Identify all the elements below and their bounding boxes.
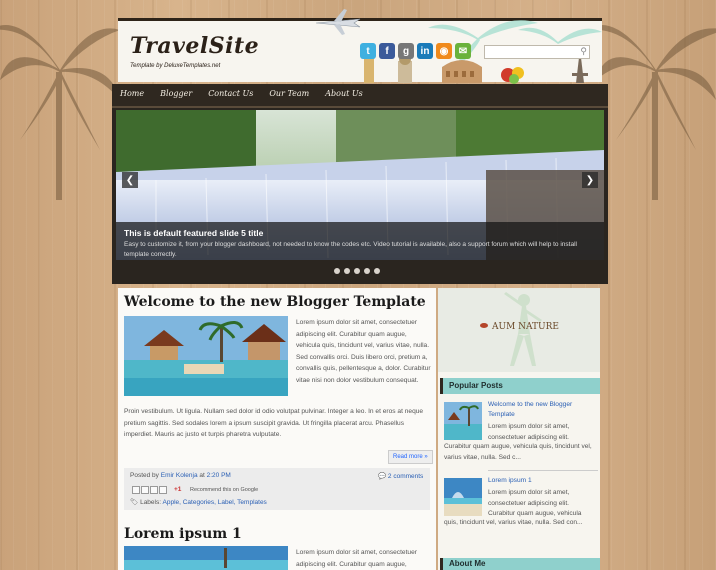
popular-post-thumbnail[interactable]: [444, 478, 482, 516]
leaf-icon: [480, 323, 488, 328]
posted-by-label: Posted by: [130, 472, 159, 479]
popular-post-thumbnail[interactable]: [444, 402, 482, 440]
slide-title[interactable]: This is default featured slide 5 title: [124, 228, 263, 238]
post-thumbnail[interactable]: [124, 546, 288, 570]
labels-label: Labels:: [140, 499, 162, 506]
social-icons: t f g in ◉ ✉: [360, 43, 471, 59]
post-excerpt: Lorem ipsum dolor sit amet, consectetuer…: [296, 549, 417, 568]
google-icon[interactable]: g: [398, 43, 414, 59]
author-link[interactable]: Emir Kolenja: [161, 472, 198, 479]
palm-right-decoration: [596, 25, 716, 200]
facebook-share-icon[interactable]: [159, 486, 167, 494]
at-label: at: [199, 472, 205, 479]
post-time-link[interactable]: 2:20 PM: [207, 472, 231, 479]
nav-item-our-team[interactable]: Our Team: [261, 84, 317, 98]
email-icon[interactable]: ✉: [455, 43, 471, 59]
slide-text: Easy to customize it, from your blogger …: [124, 241, 577, 258]
sidebar-ad-banner[interactable]: AUM NATURE: [438, 288, 600, 372]
search-input[interactable]: ⚲: [484, 45, 590, 59]
popular-post-snippet: Lorem ipsum dolor sit amet, consectetuer…: [488, 423, 570, 441]
comments-link[interactable]: 2 comments: [388, 473, 423, 480]
post-byline: Posted by Emir Kolenja at 2:20 PM: [130, 472, 231, 479]
slider-pagination: [334, 268, 380, 274]
recommend-text: Recommend this on Google: [190, 487, 259, 493]
email-share-icon[interactable]: [132, 486, 140, 494]
twitter-share-icon[interactable]: [150, 486, 158, 494]
sidebar: AUM NATURE Popular Posts Welcome to the …: [438, 288, 600, 570]
blogthis-share-icon[interactable]: [141, 486, 149, 494]
ad-brand-text: AUM NATURE: [492, 322, 559, 332]
slider-dot[interactable]: [354, 268, 360, 274]
slider-dot[interactable]: [374, 268, 380, 274]
about-me-heading: About Me: [440, 558, 600, 570]
popular-post-snippet: Lorem ipsum dolor sit amet, consectetuer…: [488, 489, 582, 517]
read-more-button[interactable]: Read more »: [388, 450, 433, 464]
post-excerpt: Lorem ipsum dolor sit amet, consectetuer…: [296, 319, 431, 384]
divider: [488, 470, 598, 471]
popular-post-title[interactable]: Lorem ipsum 1: [488, 476, 596, 486]
post-title[interactable]: Lorem ipsum 1: [124, 526, 242, 542]
comment-icon: 💬: [378, 473, 387, 480]
post-title[interactable]: Welcome to the new Blogger Template: [124, 294, 426, 310]
slider-dot[interactable]: [344, 268, 350, 274]
slider-next-button[interactable]: ❯: [582, 172, 598, 188]
post-excerpt-continued: Proin vestibulum. Ut ligula. Nullam sed …: [124, 408, 424, 438]
search-icon[interactable]: ⚲: [580, 46, 587, 57]
nav-item-home[interactable]: Home: [112, 84, 152, 98]
airplane-icon: [315, 9, 361, 35]
popular-post-snippet-continued: Curabitur quam augue, vehicula quis, tin…: [444, 443, 592, 461]
gplus-button[interactable]: +1: [174, 486, 181, 493]
slider-dot[interactable]: [334, 268, 340, 274]
nav-item-contact-us[interactable]: Contact Us: [200, 84, 261, 98]
post-thumbnail[interactable]: [124, 316, 288, 396]
rss-icon[interactable]: ◉: [436, 43, 452, 59]
slider-dot[interactable]: [364, 268, 370, 274]
share-buttons: [132, 486, 167, 494]
main-navigation: Home Blogger Contact Us Our Team About U…: [112, 84, 608, 109]
site-header: TravelSite Template by DeluxeTemplates.n…: [118, 9, 602, 84]
nav-item-blogger[interactable]: Blogger: [152, 84, 200, 98]
site-title[interactable]: TravelSite: [130, 33, 259, 59]
popular-posts-heading: Popular Posts: [440, 378, 600, 394]
post-labels: 🏷 Labels: Apple, Categories, Label, Temp…: [130, 498, 267, 506]
facebook-icon[interactable]: f: [379, 43, 395, 59]
slide-caption: This is default featured slide 5 title E…: [116, 222, 604, 260]
site-tagline[interactable]: Template by DeluxeTemplates.net: [130, 63, 220, 69]
tag-icon: 🏷: [130, 499, 139, 506]
post-meta: Posted by Emir Kolenja at 2:20 PM 💬 2 co…: [124, 468, 430, 510]
comments-count[interactable]: 💬 2 comments: [378, 472, 423, 480]
nav-item-about-us[interactable]: About Us: [317, 84, 370, 98]
twitter-icon[interactable]: t: [360, 43, 376, 59]
popular-post-snippet-continued: quis, tincidunt vel, varius vitae, nulla…: [444, 519, 583, 526]
linkedin-icon[interactable]: in: [417, 43, 433, 59]
featured-slider: ❮ ❯ This is default featured slide 5 tit…: [112, 108, 608, 284]
slider-prev-button[interactable]: ❮: [122, 172, 138, 188]
palm-left-decoration: [0, 25, 120, 200]
main-content: Welcome to the new Blogger Template Lore…: [118, 288, 436, 570]
labels-links[interactable]: Apple, Categories, Label, Templates: [163, 499, 267, 506]
popular-post-title[interactable]: Welcome to the new Blogger Template: [488, 400, 596, 420]
